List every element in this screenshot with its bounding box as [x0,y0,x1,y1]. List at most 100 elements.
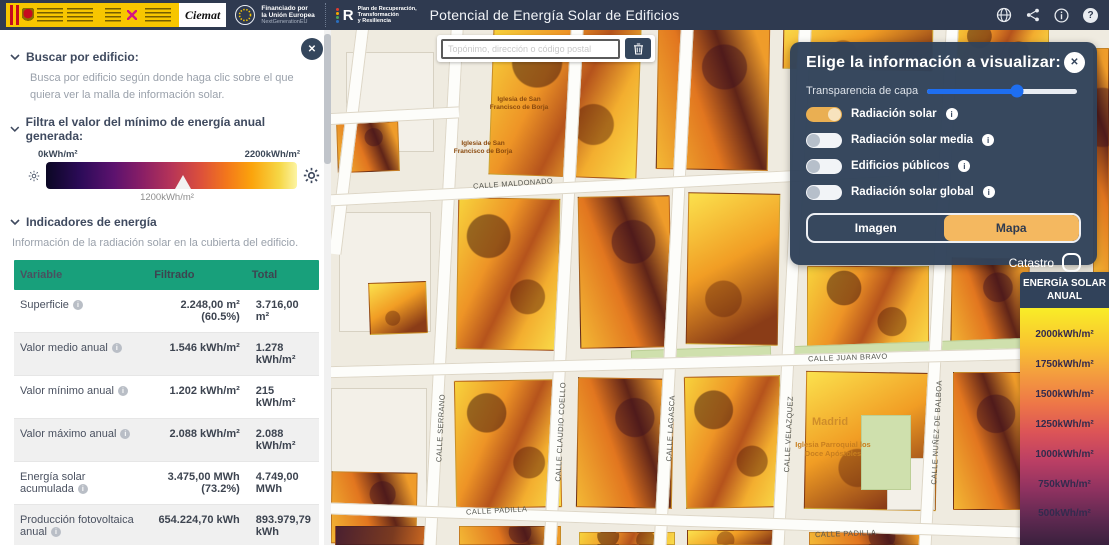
plan-line3: y Resiliencia [358,18,417,24]
col-filtrado: Filtrado [148,260,246,290]
info-icon[interactable]: i [958,160,970,172]
row-filtrado: 3.475,00 MWh (73.2%) [148,462,246,504]
map-building [686,192,781,346]
map-building [456,197,561,351]
row-variable: Producción fotovoltaica anual [20,514,134,538]
scrollbar-thumb[interactable] [324,34,331,164]
toggle-radiacion-solar[interactable] [806,107,842,122]
coat-of-arms-icon [22,8,34,22]
row-total: 2.088 kWh/m² [246,419,319,461]
legend-label: 500kWh/m² [1038,508,1091,519]
app-root: Ciemat Financiado por la Unión Europea N… [0,0,1109,545]
ciemat-logo: Ciemat [179,3,226,27]
help-icon[interactable]: ? [1082,7,1099,24]
clear-search-button[interactable] [625,38,651,59]
row-total: 3.716,00 m² [246,290,319,332]
filter-slider-handle[interactable] [175,175,191,189]
section-buscar-header[interactable]: Buscar por edificio: [10,50,315,64]
legend-label: 1750kWh/m² [1035,359,1093,370]
info-icon[interactable]: i [118,386,128,396]
left-sidebar: ✕ Buscar por edificio: Busca por edifici… [0,30,331,545]
map-building [368,281,428,335]
spain-flag-icon [10,5,19,25]
plan-dots-icon [336,8,339,23]
spain-government-logo [6,3,101,27]
energy-filter: 0kWh/m² 2200kWh/m² 1200kWh/m² [28,149,320,203]
table-row: Valor máximo anuali 2.088 kWh/m² 2.088 k… [14,419,319,462]
toggle-row-radiacion-solar-global: Radiación solar global i [806,179,1081,205]
poi-label-iglesia-parroquial: Iglesia Parroquial los Doce Apóstoles [793,440,873,459]
ministry-text-lines [37,8,63,22]
close-icon: ✕ [1070,57,1078,68]
partner-logo-2 [141,3,179,27]
ciemat-logo-text: Ciemat [185,8,220,23]
plan-r-mark: R [343,7,354,24]
section-indicadores-description: Información de la radiación solar en la … [12,235,309,252]
plan-line1: Plan de Recuperación, [358,6,417,12]
catastro-checkbox[interactable] [1062,253,1081,272]
col-total: Total [246,260,319,290]
table-row: Valor medio anual i 1.546 kWh/m² 1.278 kW… [14,333,319,376]
legend-gradient: 2000kWh/m² 1750kWh/m² 1500kWh/m² 1250kWh… [1020,308,1109,545]
sidebar-close-button[interactable]: ✕ [301,38,323,60]
row-total: 1.278 kWh/m² [246,333,319,375]
eu-sub: NextGenerationEU [261,19,314,25]
basemap-option-mapa[interactable]: Mapa [944,215,1080,241]
info-icon[interactable]: i [982,134,994,146]
filter-min-label: 0kWh/m² [38,149,78,160]
map-canvas[interactable]: CALLE MALDONADO CALLE JUAN BRAVO CALLE P… [331,30,1109,545]
section-indicadores-title: Indicadores de energía [26,215,157,229]
toggle-radiacion-solar-media[interactable] [806,133,842,148]
info-icon[interactable]: i [120,429,130,439]
toggle-knob [828,108,841,121]
energy-gradient-bar[interactable] [46,162,297,189]
basemap-segmented-control: Imagen Mapa [806,213,1081,243]
info-icon[interactable]: i [983,186,995,198]
info-icon[interactable]: i [946,108,958,120]
plan-text: Plan de Recuperación, Transformación y R… [358,6,417,25]
recovery-plan-logo: R Plan de Recuperación, Transformación y… [325,3,417,27]
transparency-label: Transparencia de capa [806,85,918,97]
table-row: Producción fotovoltaica anuali 654.224,7… [14,505,319,545]
section-filtro-header[interactable]: Filtra el valor del mínimo de energía an… [10,115,315,143]
row-filtrado: 1.546 kWh/m² [148,333,246,375]
chevron-down-icon [10,219,20,226]
info-icon[interactable]: i [73,300,83,310]
row-variable: Valor medio anual [20,342,108,354]
help-glyph: ? [1087,10,1093,21]
legend-label: 1250kWh/m² [1035,419,1093,430]
share-icon[interactable] [1024,7,1041,24]
info-icon[interactable] [1053,7,1070,24]
legend-label: 750kWh/m² [1038,479,1091,490]
toggle-label: Edificios públicos [851,160,949,172]
slider-fill [927,89,1017,94]
catastro-row: Catastro [806,253,1081,272]
logo-strip: Ciemat Financiado por la Unión Europea N… [0,0,417,30]
row-total: 215 kWh/m² [246,376,319,418]
toggle-radiacion-solar-global[interactable] [806,185,842,200]
toggle-edificios-publicos[interactable] [806,159,842,174]
eu-funding-logo: Financiado por la Unión Europea NextGene… [234,3,314,27]
transparency-slider[interactable] [927,89,1077,94]
header-actions: ? [995,0,1099,30]
slider-thumb[interactable] [1011,85,1024,98]
legend-title: ENERGÍA SOLAR ANUAL [1020,272,1109,308]
layer-panel-title: Elige la información a visualizar: [806,54,1081,72]
layer-panel-close-button[interactable]: ✕ [1064,52,1085,73]
section-indicadores-header[interactable]: Indicadores de energía [10,215,315,229]
basemap-option-imagen[interactable]: Imagen [808,215,944,241]
info-icon[interactable]: i [78,484,88,494]
map-search-bar [437,35,655,62]
sidebar-scrollbar[interactable] [324,30,331,545]
info-icon[interactable]: i [51,527,61,537]
map-building [807,266,929,352]
toggle-knob [807,160,820,173]
language-globe-icon[interactable] [995,7,1012,24]
search-input[interactable] [441,39,620,59]
info-icon[interactable]: i [112,343,122,353]
row-variable: Valor máximo anual [20,428,116,440]
map-building [656,30,771,171]
toggle-knob [807,134,820,147]
map-building [335,526,431,545]
row-variable: Valor mínimo anual [20,385,114,397]
